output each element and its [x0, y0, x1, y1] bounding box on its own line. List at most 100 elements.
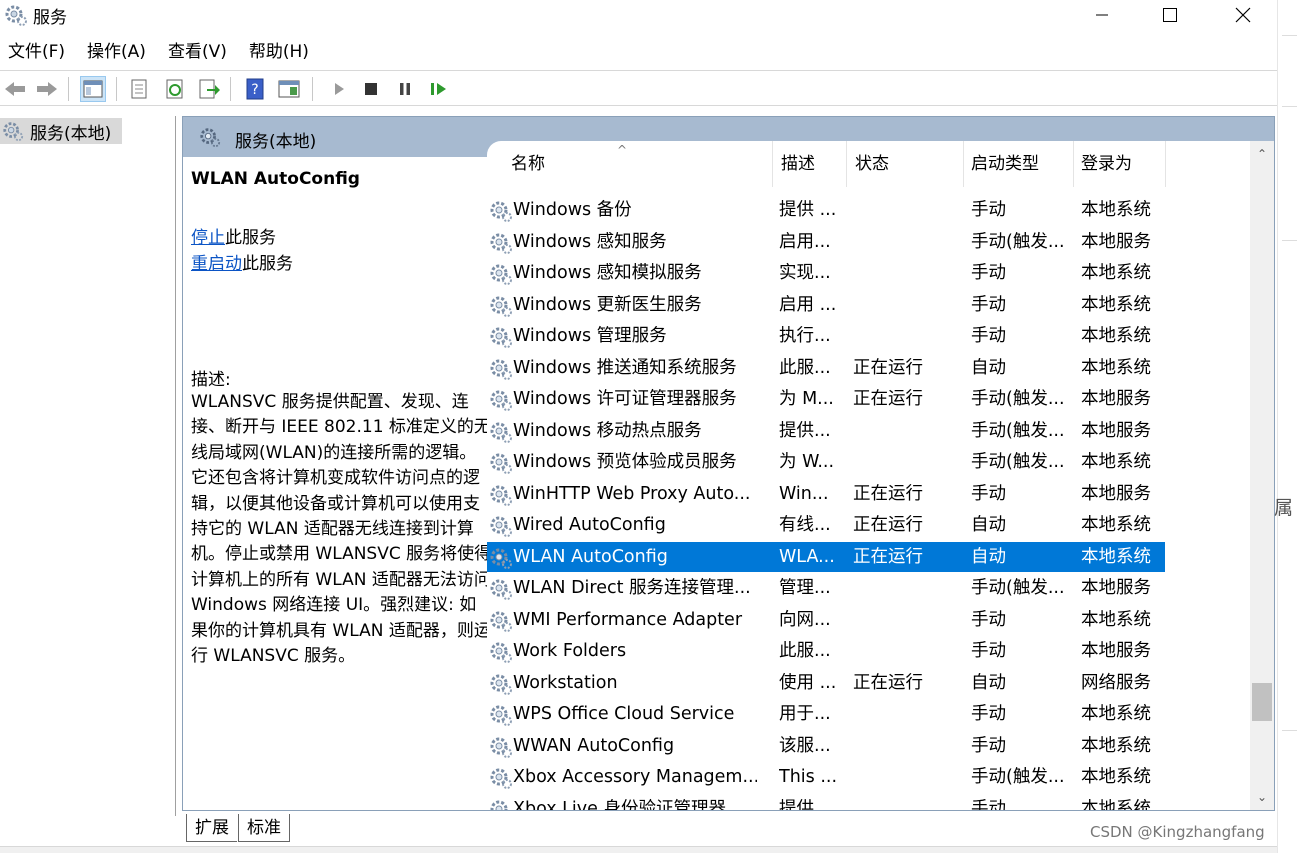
- service-status: 正在运行: [853, 672, 923, 693]
- service-startup-type: 手动: [971, 704, 1006, 724]
- maximize-button[interactable]: [1140, 0, 1200, 30]
- service-name: Windows 感知模拟服务: [513, 263, 702, 283]
- vertical-scrollbar[interactable]: ⌃ ⌄: [1250, 141, 1274, 810]
- table-row[interactable]: WLAN Direct 服务连接管理... 管理... 手动(触发... 本地服务: [487, 573, 1165, 603]
- service-startup-type: 手动(触发...: [971, 578, 1065, 598]
- service-status: 正在运行: [853, 389, 923, 409]
- restart-service-link[interactable]: 重启动: [191, 254, 242, 274]
- services-gear-icon: [4, 3, 28, 31]
- service-logon-as: 本地系统: [1081, 735, 1151, 756]
- menu-action[interactable]: 操作(A): [79, 38, 154, 68]
- service-description: 使用 ...: [779, 672, 837, 693]
- restart-service-suffix: 此服务: [242, 254, 293, 274]
- properties-sheet-icon[interactable]: [126, 76, 152, 102]
- table-row[interactable]: Windows 移动热点服务 提供... 手动(触发... 本地服务: [487, 416, 1165, 446]
- window-title: 服务: [33, 8, 67, 28]
- table-row[interactable]: WinHTTP Web Proxy Auto... Win... 正在运行 手动 本地服…: [487, 479, 1165, 509]
- table-row[interactable]: WMI Performance Adapter 向网... 手动 本地系统: [487, 605, 1165, 635]
- service-gear-icon: [489, 640, 513, 669]
- service-status: 正在运行: [853, 546, 923, 567]
- service-name: Windows 推送通知系统服务: [513, 357, 737, 378]
- stop-service-line: 停止此服务: [191, 223, 276, 248]
- start-service-icon[interactable]: [326, 76, 352, 102]
- table-row[interactable]: Work Folders 此服... 手动 本地服务: [487, 636, 1165, 666]
- forward-arrow-icon[interactable]: [34, 76, 60, 102]
- svg-text:?: ?: [251, 82, 258, 98]
- table-row[interactable]: Workstation 使用 ... 正在运行 自动 网络服务: [487, 668, 1165, 698]
- service-logon-as: 本地服务: [1081, 231, 1151, 252]
- table-row[interactable]: WPS Office Cloud Service 用于... 手动 本地系统: [487, 699, 1165, 729]
- service-name: Windows 备份: [513, 200, 632, 220]
- table-row[interactable]: Xbox Accessory Managem... This ... 手动(触发..…: [487, 762, 1165, 792]
- service-startup-type: 手动: [971, 735, 1006, 756]
- tree-item-services-local[interactable]: 服务(本地): [0, 118, 122, 144]
- service-logon-as: 本地系统: [1081, 609, 1151, 630]
- console-tree-icon[interactable]: [80, 76, 106, 102]
- table-row[interactable]: Windows 预览体验成员服务 为 W... 手动(触发... 本地系统: [487, 447, 1165, 477]
- service-startup-type: 手动: [971, 294, 1006, 315]
- service-description: 实现...: [779, 263, 831, 283]
- table-row[interactable]: Windows 许可证管理器服务 为 M... 正在运行 手动(触发... 本地服务: [487, 384, 1165, 414]
- scrollbar-thumb[interactable]: [1252, 683, 1272, 721]
- service-startup-type: 手动: [971, 609, 1006, 630]
- service-gear-icon: [489, 199, 513, 228]
- menu-help[interactable]: 帮助(H): [241, 38, 317, 68]
- service-description: 为 W...: [779, 452, 835, 472]
- table-row[interactable]: Windows 感知模拟服务 实现... 手动 本地系统: [487, 258, 1165, 288]
- service-gear-icon: [489, 703, 513, 732]
- table-row[interactable]: Windows 更新医生服务 启用 ... 手动 本地系统: [487, 290, 1165, 320]
- tab-standard[interactable]: 标准: [238, 814, 290, 842]
- service-startup-type: 手动(触发...: [971, 231, 1065, 252]
- column-status[interactable]: 状态: [847, 141, 964, 187]
- table-row-selected[interactable]: WLAN AutoConfig WLA... 正在运行 自动 本地系统: [487, 541, 1165, 572]
- service-name: WLAN AutoConfig: [513, 546, 668, 567]
- service-startup-type: 手动: [971, 263, 1006, 283]
- table-row[interactable]: WWAN AutoConfig 该服... 手动 本地系统: [487, 731, 1165, 761]
- table-row[interactable]: Xbox Live 身份验证管理器 提供... 手动 本地系统: [487, 794, 1165, 811]
- column-name[interactable]: 名称: [487, 141, 773, 187]
- refresh-icon[interactable]: [162, 76, 188, 102]
- column-logon-as[interactable]: 登录为: [1074, 141, 1166, 187]
- action-pane-icon[interactable]: [276, 76, 302, 102]
- stop-service-icon[interactable]: [358, 76, 384, 102]
- restart-service-icon[interactable]: [426, 76, 452, 102]
- service-gear-icon: [489, 357, 513, 386]
- menu-file[interactable]: 文件(F): [0, 38, 73, 68]
- service-description: 提供...: [779, 420, 831, 441]
- table-row[interactable]: Windows 管理服务 执行... 手动 本地系统: [487, 321, 1165, 351]
- service-gear-icon: [489, 451, 513, 480]
- scroll-up-icon[interactable]: ⌃: [1250, 141, 1274, 167]
- table-row[interactable]: Windows 感知服务 启用... 手动(触发... 本地服务: [487, 227, 1165, 257]
- table-row[interactable]: Windows 推送通知系统服务 此服... 正在运行 自动 本地系统: [487, 353, 1165, 383]
- column-description[interactable]: 描述: [773, 141, 847, 187]
- service-startup-type: 自动: [971, 672, 1006, 693]
- back-arrow-icon[interactable]: [2, 76, 28, 102]
- menu-bar: 文件(F) 操作(A) 查看(V) 帮助(H): [0, 38, 1277, 68]
- service-logon-as: 本地系统: [1081, 798, 1151, 811]
- export-list-icon[interactable]: [196, 76, 222, 102]
- service-logon-as: 网络服务: [1081, 672, 1151, 693]
- service-startup-type: 手动(触发...: [971, 420, 1065, 441]
- table-row[interactable]: Windows 备份 提供 ... 手动 本地系统: [487, 195, 1165, 225]
- service-logon-as: 本地系统: [1081, 767, 1151, 787]
- service-gear-icon: [489, 294, 513, 323]
- menu-view[interactable]: 查看(V): [160, 38, 235, 68]
- minimize-button[interactable]: [1072, 0, 1132, 30]
- service-description: 提供...: [779, 798, 831, 811]
- title-bar: 服务: [0, 0, 1277, 30]
- help-icon[interactable]: ?: [242, 76, 268, 102]
- column-startup-type[interactable]: 启动类型: [964, 141, 1074, 187]
- services-window: 服务 文件(F) 操作(A) 查看(V) 帮助(H) ? 服务(本地) 服务(本…: [0, 0, 1277, 853]
- service-logon-as: 本地服务: [1081, 420, 1151, 441]
- service-description: This ...: [779, 767, 838, 787]
- stop-service-link[interactable]: 停止: [191, 228, 225, 248]
- service-name: Xbox Accessory Managem...: [513, 767, 757, 787]
- pause-service-icon[interactable]: [392, 76, 418, 102]
- service-name: Windows 管理服务: [513, 326, 667, 346]
- tab-extended[interactable]: 扩展: [186, 814, 237, 842]
- close-button[interactable]: [1210, 0, 1276, 30]
- services-gear-icon: [199, 126, 221, 152]
- scroll-down-icon[interactable]: ⌄: [1250, 784, 1274, 810]
- status-bar: [0, 846, 1277, 853]
- table-row[interactable]: Wired AutoConfig 有线... 正在运行 自动 本地系统: [487, 510, 1165, 540]
